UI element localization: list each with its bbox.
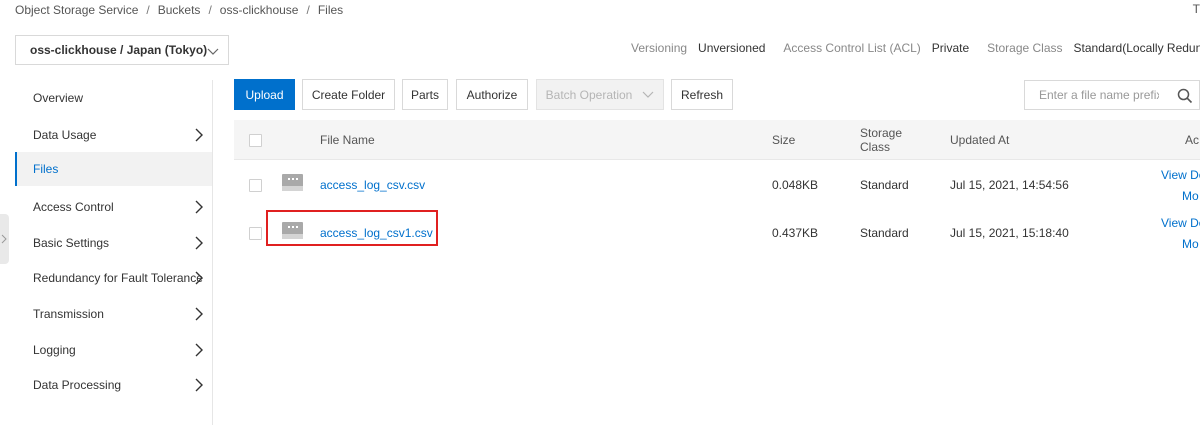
- view-details-link[interactable]: View De: [1161, 168, 1200, 182]
- sidebar-item-overview[interactable]: Overview: [15, 81, 212, 115]
- sidebar-item-label: Redundancy for Fault Tolerance: [33, 271, 203, 285]
- header-storage-class-line2: Class: [860, 140, 891, 154]
- bucket-selector[interactable]: oss-clickhouse / Japan (Tokyo): [15, 35, 229, 65]
- chevron-right-icon: [195, 271, 203, 285]
- sidebar: Overview Data Usage Files Access Control…: [0, 80, 213, 425]
- file-size: 0.048KB: [772, 178, 819, 192]
- breadcrumb-separator: /: [146, 3, 150, 17]
- highlight-box: [266, 210, 438, 246]
- more-link[interactable]: Mo: [1182, 237, 1199, 251]
- sidebar-item-redundancy[interactable]: Redundancy for Fault Tolerance: [15, 261, 212, 295]
- sidebar-item-access-control[interactable]: Access Control: [15, 190, 212, 224]
- header-file-name[interactable]: File Name: [320, 133, 375, 147]
- authorize-button[interactable]: Authorize: [456, 79, 528, 110]
- breadcrumb-buckets[interactable]: Buckets: [158, 3, 201, 17]
- create-folder-button[interactable]: Create Folder: [302, 79, 395, 110]
- chevron-right-icon: [195, 378, 203, 392]
- chevron-right-icon: [195, 128, 203, 142]
- batch-operation-label: Batch Operation: [545, 87, 633, 102]
- breadcrumb-separator: /: [208, 3, 212, 17]
- search-icon[interactable]: [1177, 88, 1193, 104]
- sidebar-item-label: Data Processing: [33, 378, 122, 392]
- versioning-label: Versioning: [631, 41, 688, 55]
- storage-class-value: Standard(Locally Redundant S: [1073, 41, 1200, 55]
- file-updated-at: Jul 15, 2021, 14:54:56: [950, 178, 1069, 192]
- chevron-down-icon: [207, 48, 219, 55]
- parts-button[interactable]: Parts: [402, 79, 448, 110]
- sidebar-item-data-processing[interactable]: Data Processing: [15, 368, 212, 402]
- sidebar-item-logging[interactable]: Logging: [15, 333, 212, 367]
- view-details-link[interactable]: View De: [1161, 216, 1200, 230]
- sidebar-item-files[interactable]: Files: [15, 152, 212, 186]
- sidebar-item-label: Logging: [33, 343, 76, 357]
- bucket-selector-value: oss-clickhouse / Japan (Tokyo): [30, 43, 208, 57]
- breadcrumb-separator: /: [306, 3, 310, 17]
- more-link[interactable]: Mo: [1182, 189, 1199, 203]
- breadcrumb-bucket[interactable]: oss-clickhouse: [220, 3, 299, 17]
- table-row: access_log_csv.csv 0.048KB Standard Jul …: [234, 161, 1200, 209]
- versioning-value: Unversioned: [698, 41, 766, 55]
- file-size: 0.437KB: [772, 226, 819, 240]
- breadcrumb: Object Storage Service / Buckets / oss-c…: [15, 2, 343, 18]
- acl-label: Access Control List (ACL): [783, 41, 921, 55]
- file-icon: [282, 174, 303, 191]
- chevron-down-icon: [642, 91, 654, 98]
- sidebar-item-label: Files: [33, 162, 59, 176]
- file-storage-class: Standard: [860, 178, 909, 192]
- search-box: [1024, 80, 1200, 110]
- chevron-right-icon: [195, 200, 203, 214]
- sidebar-item-data-usage[interactable]: Data Usage: [15, 118, 212, 152]
- sidebar-collapse-handle[interactable]: [0, 214, 9, 264]
- file-updated-at: Jul 15, 2021, 15:18:40: [950, 226, 1069, 240]
- row-checkbox[interactable]: [249, 179, 262, 192]
- chevron-right-icon: [195, 307, 203, 321]
- sidebar-item-label: Data Usage: [33, 128, 97, 142]
- sidebar-item-basic-settings[interactable]: Basic Settings: [15, 226, 212, 260]
- batch-operation-button[interactable]: Batch Operation: [536, 79, 664, 110]
- header-updated-at[interactable]: Updated At: [950, 133, 1009, 147]
- select-all-checkbox[interactable]: [249, 134, 262, 147]
- acl-value: Private: [931, 41, 970, 55]
- header-actions: Ac: [1185, 133, 1200, 147]
- refresh-button[interactable]: Refresh: [671, 79, 733, 110]
- row-checkbox[interactable]: [249, 227, 262, 240]
- table-header: File Name Size Storage Class Updated At …: [234, 120, 1200, 160]
- sidebar-item-label: Basic Settings: [33, 236, 110, 250]
- sidebar-item-label: Overview: [33, 91, 84, 105]
- breadcrumb-oss[interactable]: Object Storage Service: [15, 3, 138, 17]
- upload-button[interactable]: Upload: [234, 79, 295, 110]
- chevron-right-icon: [195, 236, 203, 250]
- sidebar-item-label: Access Control: [33, 200, 114, 214]
- file-name-link[interactable]: access_log_csv.csv: [320, 178, 425, 192]
- breadcrumb-current: Files: [317, 3, 344, 17]
- file-storage-class: Standard: [860, 226, 909, 240]
- bucket-info: Versioning Unversioned Access Control Li…: [631, 41, 1200, 55]
- storage-class-label: Storage Class: [987, 41, 1063, 55]
- sidebar-item-label: Transmission: [33, 307, 104, 321]
- sidebar-item-transmission[interactable]: Transmission: [15, 297, 212, 331]
- chevron-right-icon: [195, 343, 203, 357]
- search-input[interactable]: [1039, 88, 1159, 102]
- chevron-right-icon: [1, 234, 7, 244]
- top-right-truncated-text: T: [1192, 2, 1200, 16]
- header-storage-class-line1: Storage: [860, 126, 903, 140]
- header-size[interactable]: Size: [772, 133, 795, 147]
